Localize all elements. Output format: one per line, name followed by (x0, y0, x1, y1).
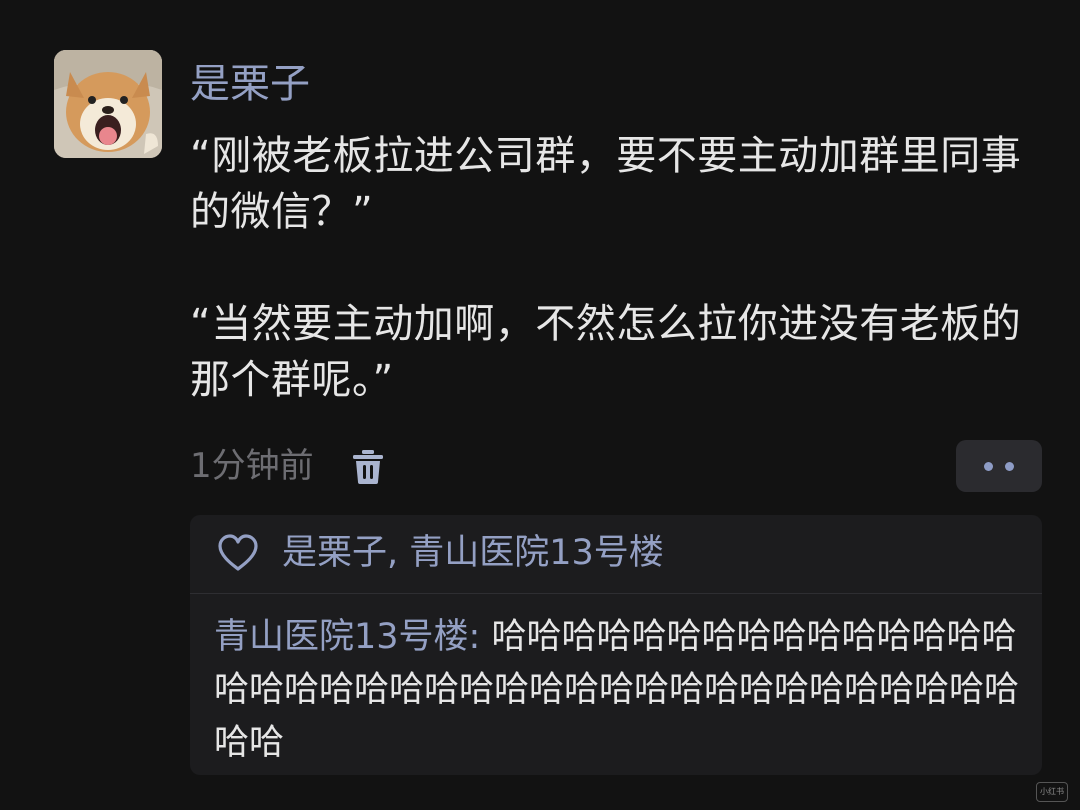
avatar[interactable] (54, 50, 162, 158)
heart-outline-icon[interactable] (216, 533, 260, 573)
interaction-panel: 是栗子, 青山医院13号楼 青山医院13号楼: 哈哈哈哈哈哈哈哈哈哈哈哈哈哈哈哈… (190, 515, 1042, 775)
comment-item[interactable]: 青山医院13号楼: 哈哈哈哈哈哈哈哈哈哈哈哈哈哈哈哈哈哈哈哈哈哈哈哈哈哈哈哈哈哈… (214, 611, 1034, 770)
comment-author[interactable]: 青山医院13号楼 (214, 617, 469, 657)
likers-list[interactable]: 是栗子, 青山医院13号楼 (282, 529, 664, 577)
comment-separator: : (468, 617, 492, 657)
divider (190, 593, 1042, 594)
timestamp: 1分钟前 (190, 446, 314, 486)
post-paragraph: “刚被老板拉进公司群，要不要主动加群里同事的微信？” (190, 133, 1022, 235)
likes-row: 是栗子, 青山医院13号楼 (190, 515, 1042, 593)
watermark: 小红书 (1036, 782, 1068, 802)
shiba-dog-avatar (54, 50, 162, 158)
post-text: “刚被老板拉进公司群，要不要主动加群里同事的微信？” “当然要主动加啊，不然怎么… (190, 128, 1050, 408)
more-dot (1005, 461, 1014, 471)
more-button[interactable] (956, 440, 1042, 492)
author-name[interactable]: 是栗子 (190, 58, 310, 110)
trash-icon[interactable] (348, 446, 388, 486)
more-dots-icon (984, 461, 993, 471)
post-paragraph: “当然要主动加啊，不然怎么拉你进没有老板的那个群呢。” (190, 301, 1022, 403)
